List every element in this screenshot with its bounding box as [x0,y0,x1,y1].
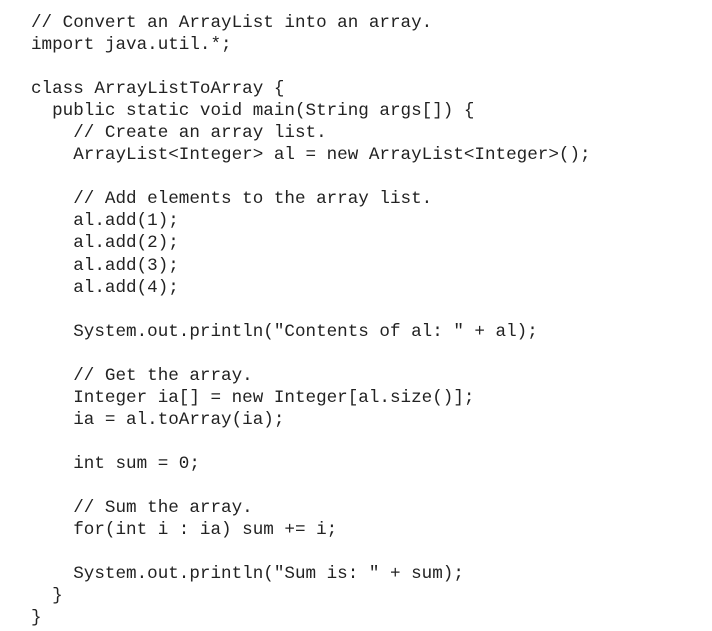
comment-line: // Sum the array. [31,498,253,519]
method-declaration: public static void main(String args[]) { [31,101,475,122]
comment-line: // Create an array list. [31,123,327,144]
code-statement: al.add(4); [31,277,179,298]
code-statement: ArrayList<Integer> al = new ArrayList<In… [31,145,591,166]
code-statement: System.out.println("Sum is: " + sum); [31,564,464,585]
comment-line: // Get the array. [31,365,253,386]
code-statement: System.out.println("Contents of al: " + … [31,321,538,342]
class-declaration: class ArrayListToArray { [31,79,285,100]
code-statement: for(int i : ia) sum += i; [31,520,338,541]
code-statement: al.add(1); [31,211,179,232]
comment-line: // Convert an ArrayList into an array. [31,13,433,33]
code-statement: al.add(2); [31,233,179,254]
code-listing: // Convert an ArrayList into an array. im… [31,12,591,629]
code-statement: ia = al.toArray(ia); [31,409,285,430]
closing-brace: } [31,586,63,607]
import-statement: import java.util.*; [31,35,232,56]
closing-brace: } [31,608,42,629]
code-statement: int sum = 0; [31,453,200,474]
comment-line: // Add elements to the array list. [31,189,433,210]
code-statement: Integer ia[] = new Integer[al.size()]; [31,387,475,408]
code-statement: al.add(3); [31,255,179,276]
